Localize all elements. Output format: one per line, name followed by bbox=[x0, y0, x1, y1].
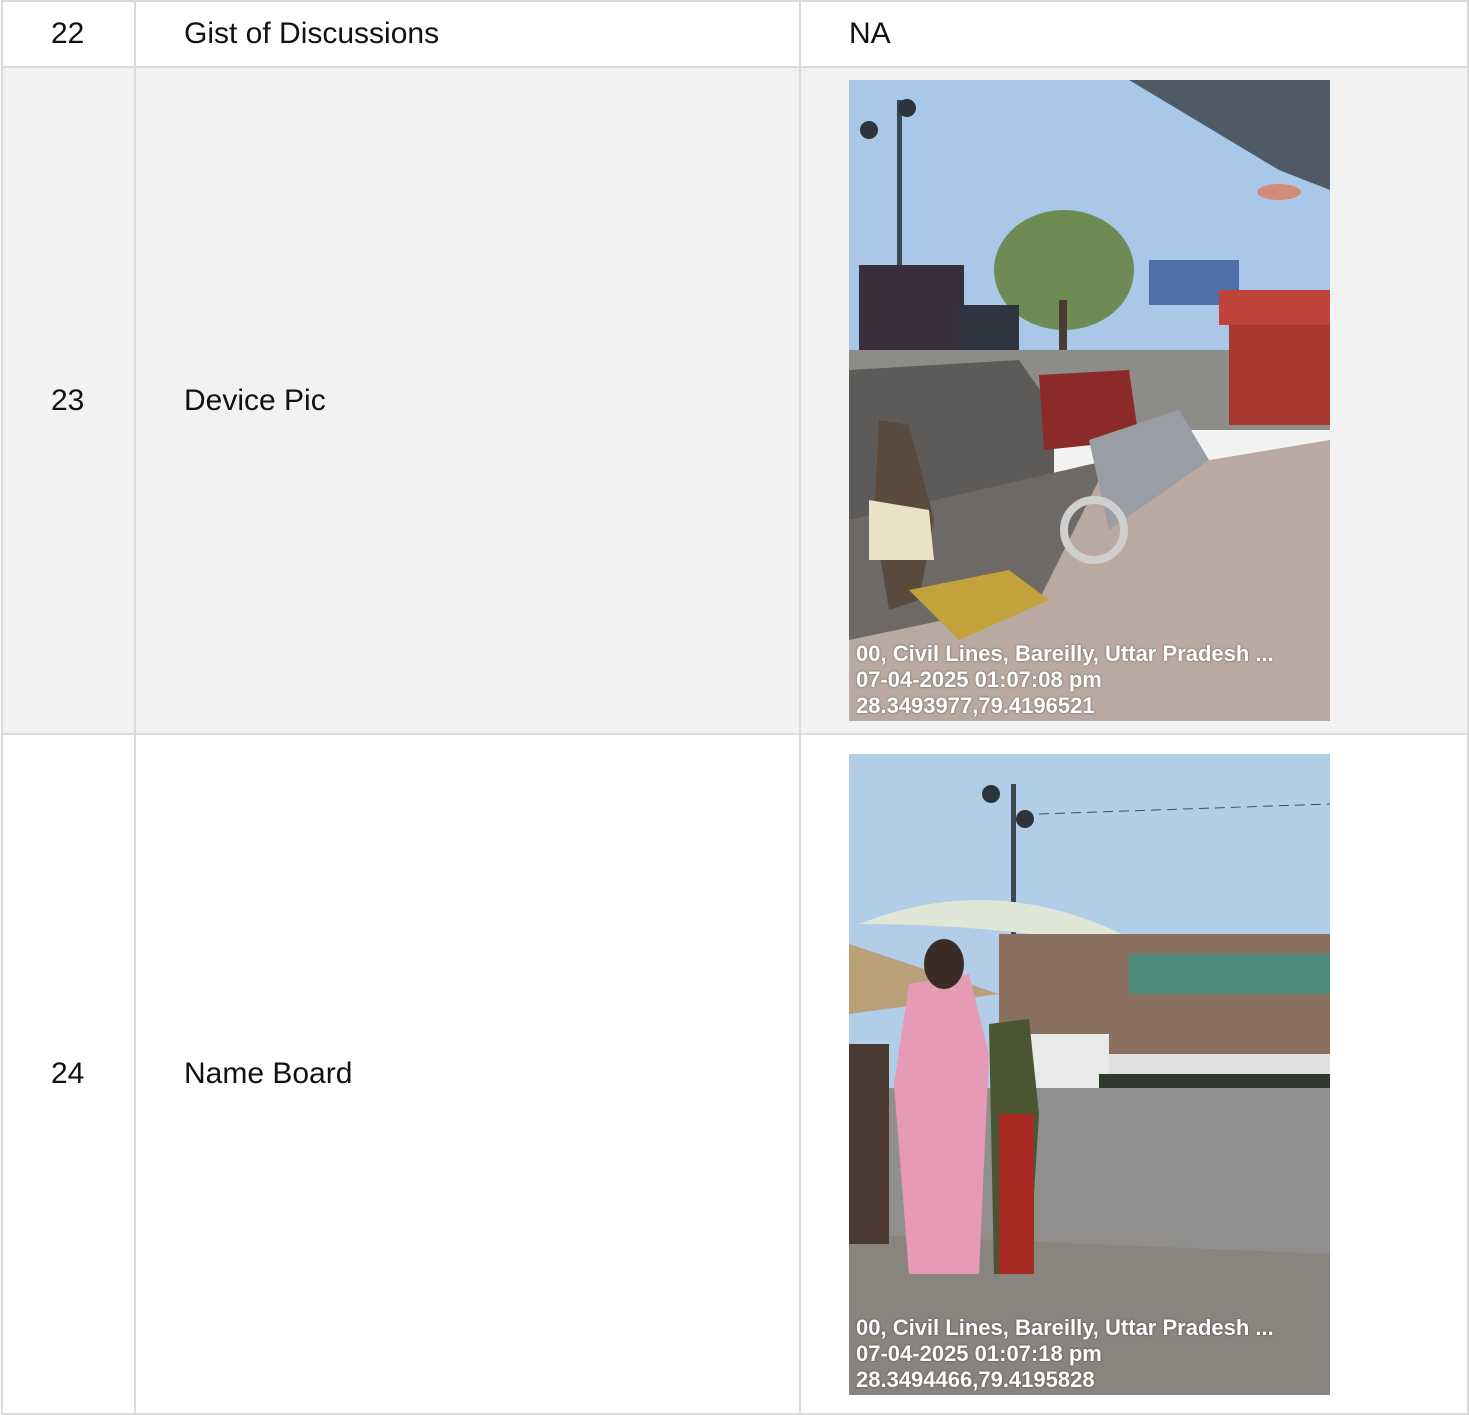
table-row: 22 Gist of Discussions NA bbox=[1, 0, 1469, 68]
row-value: NA bbox=[799, 0, 1469, 68]
row-value: 00, Civil Lines, Bareilly, Uttar Pradesh… bbox=[799, 66, 1469, 735]
name-board-photo[interactable]: 00, Civil Lines, Bareilly, Uttar Pradesh… bbox=[849, 753, 1330, 1395]
row-value: 00, Civil Lines, Bareilly, Uttar Pradesh… bbox=[799, 733, 1469, 1415]
row-number: 24 bbox=[1, 733, 136, 1415]
street-scene-image bbox=[849, 80, 1330, 721]
photo-address: 00, Civil Lines, Bareilly, Uttar Pradesh… bbox=[856, 641, 1274, 666]
photo-coordinates: 28.3494466,79.4195828 bbox=[856, 1366, 1095, 1392]
photo-address: 00, Civil Lines, Bareilly, Uttar Pradesh… bbox=[856, 1314, 1274, 1340]
photo-coordinates: 28.3493977,79.4196521 bbox=[856, 693, 1095, 718]
photo-datetime: 07-04-2025 01:07:08 pm bbox=[856, 667, 1102, 692]
table-row: 24 Name Board 00, Civil Lines, Bareilly,… bbox=[1, 733, 1469, 1415]
photo-datetime: 07-04-2025 01:07:18 pm bbox=[856, 1340, 1102, 1366]
row-label: Name Board bbox=[134, 733, 801, 1415]
device-photo[interactable]: 00, Civil Lines, Bareilly, Uttar Pradesh… bbox=[849, 80, 1330, 721]
row-number: 22 bbox=[1, 0, 136, 68]
street-vendor-image bbox=[849, 753, 1330, 1395]
row-label: Device Pic bbox=[134, 66, 801, 735]
table-row: 23 Device Pic 00, Civil Lines, Bareilly,… bbox=[1, 66, 1469, 735]
row-label: Gist of Discussions bbox=[134, 0, 801, 68]
row-number: 23 bbox=[1, 66, 136, 735]
photo-geostamp: 00, Civil Lines, Bareilly, Uttar Pradesh… bbox=[856, 1315, 1274, 1393]
photo-geostamp: 00, Civil Lines, Bareilly, Uttar Pradesh… bbox=[856, 641, 1274, 719]
report-table: 22 Gist of Discussions NA 23 Device Pic bbox=[1, 0, 1469, 1415]
